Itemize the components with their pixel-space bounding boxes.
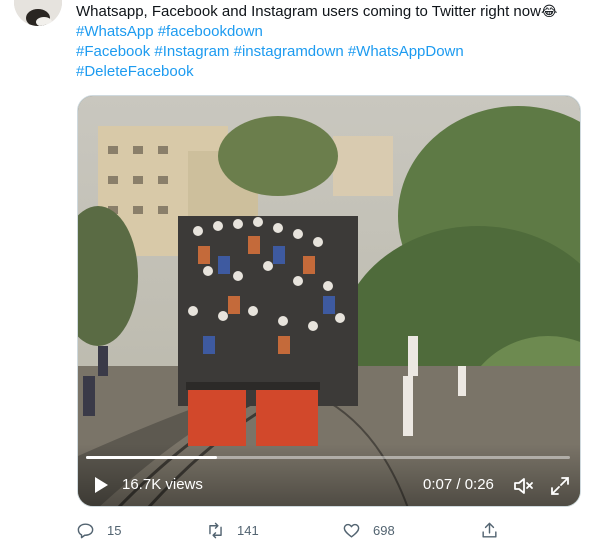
hashtag-link[interactable]: #instagramdown <box>234 43 344 60</box>
avatar[interactable] <box>14 0 62 26</box>
share-icon <box>482 522 497 538</box>
play-icon <box>95 477 108 493</box>
retweet-count: 141 <box>237 522 259 538</box>
like-button[interactable]: 698 <box>342 518 395 542</box>
tweet-text-line: #DeleteFacebook <box>76 62 581 82</box>
volume-icon <box>514 478 533 494</box>
tweet-actions: 15 141 698 <box>76 518 581 542</box>
hashtag-link[interactable]: #facebookdown <box>158 23 263 40</box>
reply-button[interactable]: 15 <box>76 518 121 542</box>
share-button[interactable] <box>480 518 499 542</box>
fullscreen-button[interactable] <box>548 474 572 498</box>
reply-icon <box>77 522 94 538</box>
video-controls: 16.7K views 0:07 / 0:26 <box>78 444 580 506</box>
fullscreen-icon <box>551 477 569 495</box>
laughing-emoji: 😂 <box>540 4 558 20</box>
hashtag-link[interactable]: #WhatsApp <box>76 23 154 40</box>
tweet-text-segment: Whatsapp, Facebook and Instagram users c… <box>76 3 541 20</box>
tweet-text-line: Whatsapp, Facebook and Instagram users c… <box>76 2 581 22</box>
video-progress-bar[interactable] <box>86 456 570 459</box>
retweet-button[interactable]: 141 <box>206 518 259 542</box>
volume-button[interactable] <box>511 474 535 498</box>
play-button[interactable] <box>92 476 110 494</box>
hashtag-link[interactable]: #DeleteFacebook <box>76 63 194 80</box>
like-count: 698 <box>373 522 395 538</box>
video-player[interactable]: 16.7K views 0:07 / 0:26 <box>77 95 581 507</box>
hashtag-link[interactable]: #WhatsAppDown <box>348 43 464 60</box>
reply-count: 15 <box>107 522 122 538</box>
hashtag-link[interactable]: #Instagram <box>154 43 229 60</box>
view-count: 16.7K views <box>122 476 203 493</box>
hashtag-link[interactable]: #Facebook <box>76 43 150 60</box>
retweet-icon <box>209 522 222 538</box>
tweet-text: Whatsapp, Facebook and Instagram users c… <box>76 2 581 82</box>
heart-icon <box>343 523 360 538</box>
video-progress-fill <box>86 456 217 459</box>
video-time: 0:07 / 0:26 <box>423 476 494 493</box>
tweet-text-line: #WhatsApp #facebookdown <box>76 22 581 42</box>
tweet-text-line: #Facebook #Instagram #instagramdown #Wha… <box>76 42 581 62</box>
